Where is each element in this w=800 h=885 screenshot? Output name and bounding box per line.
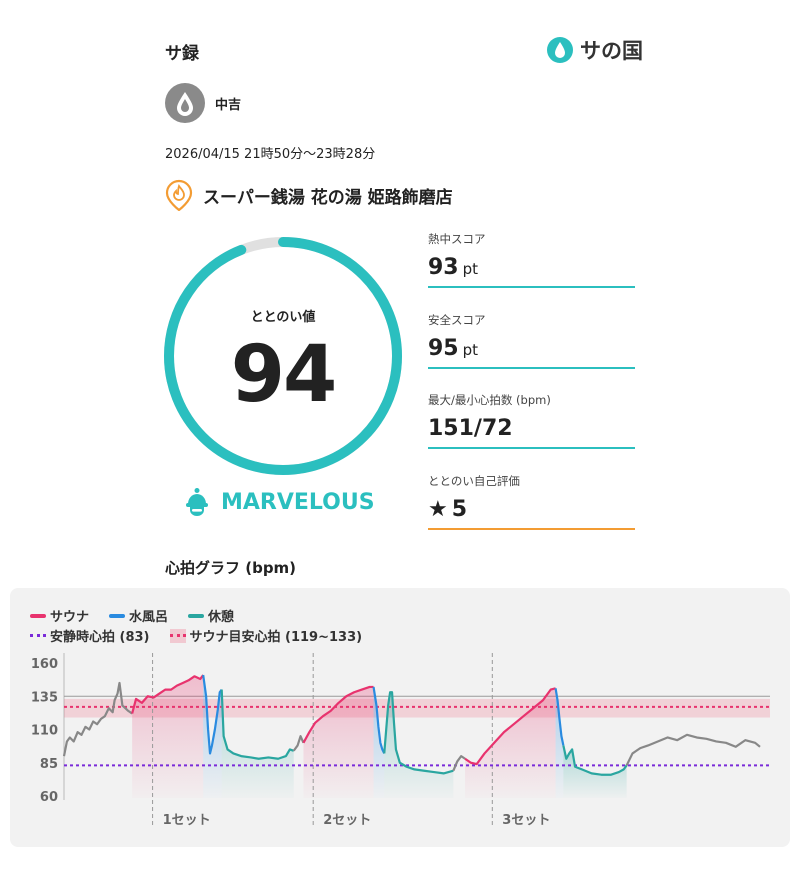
user-row[interactable]: 中吉 (165, 83, 241, 123)
stat-number: 151/72 (428, 416, 513, 441)
stat-number: 95 (428, 336, 459, 361)
set-label: 3セット (502, 813, 550, 828)
y-tick-label: 60 (40, 790, 58, 805)
totonoi-label: ととのい値 (250, 310, 316, 325)
username: 中吉 (215, 97, 242, 113)
set-label: 1セット (163, 813, 211, 828)
brand-logo[interactable]: サの国 (546, 35, 643, 65)
app-title: サ録 (165, 44, 199, 64)
stat-label: 最大/最小心拍数 (bpm) (428, 393, 551, 407)
stat-label: 熱中スコア (428, 232, 486, 246)
stat-divider (428, 528, 635, 530)
stat-divider (428, 367, 635, 369)
rank-badge: MARVELOUS (183, 487, 375, 517)
series-line-other (292, 735, 305, 752)
facility-name: スーパー銭湯 花の湯 姫路飾磨店 (203, 187, 453, 208)
heart-rate-chart: 160 135 110 85 60 1セット 2セット 3セット (31, 653, 770, 828)
stat-value: ★ 5 (428, 497, 635, 522)
fire-pin-icon (165, 179, 193, 211)
stat-self-rating: ととのい自己評価 ★ 5 (428, 473, 635, 530)
stat-number: 93 (428, 255, 459, 280)
rank-text: MARVELOUS (221, 489, 375, 515)
graph-title: 心拍グラフ (bpm) (165, 559, 297, 577)
y-tick-label: 135 (31, 690, 58, 705)
set-label: 2セット (323, 813, 371, 828)
drop-icon (547, 37, 573, 63)
phase-area-sauna (132, 674, 204, 798)
series-line-other (625, 733, 761, 766)
series-line-other (62, 681, 133, 757)
avatar (165, 83, 205, 123)
stat-value: 151/72 (428, 416, 635, 441)
stat-safety-score: 安全スコア 95 pt (428, 312, 635, 369)
stat-divider (428, 286, 635, 288)
stat-unit: pt (462, 341, 479, 359)
stat-heat-score: 熱中スコア 93 pt (428, 231, 635, 288)
stat-label: 安全スコア (428, 313, 486, 327)
totonoi-value: 94 (230, 330, 338, 420)
series-line-other (452, 755, 466, 772)
sauna-hat-icon (186, 488, 208, 516)
heart-rate-chart-card: サウナ 水風呂 休憩 安静時心拍 (83) サウナ目安心拍 (119~133) … (10, 588, 790, 847)
session-datetime: 2026/04/15 21時50分〜23時28分 (165, 147, 376, 162)
drop-icon (177, 92, 193, 116)
stat-number: 5 (451, 497, 468, 522)
stat-label: ととのい自己評価 (428, 474, 520, 488)
y-tick-label: 85 (40, 757, 58, 772)
y-tick-label: 160 (31, 657, 58, 672)
star-icon: ★ (428, 497, 448, 522)
brand-text: サの国 (580, 39, 643, 63)
stat-divider (428, 447, 635, 449)
facility-row[interactable]: スーパー銭湯 花の湯 姫路飾磨店 (165, 179, 453, 211)
stat-unit: pt (462, 260, 479, 278)
stat-value: 93 pt (428, 255, 635, 280)
stat-heart-rate: 最大/最小心拍数 (bpm) 151/72 (428, 392, 635, 449)
stat-value: 95 pt (428, 336, 635, 361)
y-tick-label: 110 (31, 724, 58, 739)
